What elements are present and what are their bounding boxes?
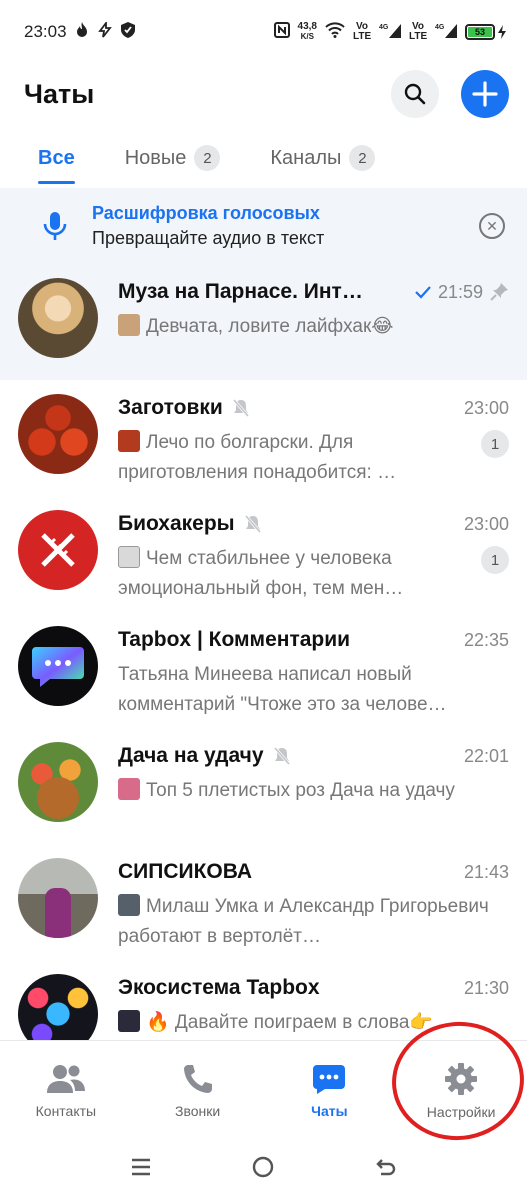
chat-item[interactable]: Дача на удачу 22:01 Топ 5 плетистых роз …: [0, 728, 527, 844]
chat-name: СИПСИКОВА: [118, 860, 253, 883]
svg-text:4G: 4G: [435, 24, 445, 31]
network-speed: 43,8 K/S: [297, 21, 317, 42]
chat-preview: Девчата, ловите лайфхак😂: [146, 316, 394, 337]
unread-badge: 1: [481, 430, 509, 458]
chat-time: 22:01: [463, 745, 509, 766]
chat-name: Муза на Парнасе. Инт…: [118, 280, 363, 303]
chat-preview: Чем стабильнее у человека эмоциональный …: [118, 548, 404, 599]
chat-time: 23:00: [463, 513, 509, 534]
muted-bell-icon: [273, 747, 290, 765]
battery-icon: 53: [465, 24, 507, 40]
chat-item[interactable]: СИПСИКОВА 21:43 Милаш Умка и Александр Г…: [0, 844, 527, 960]
tab-channels[interactable]: Каналы 2: [270, 134, 376, 182]
pin-icon: [490, 283, 508, 301]
chat-name: Заготовки: [118, 396, 223, 419]
contacts-icon: [46, 1064, 85, 1093]
clock: 23:03: [24, 22, 67, 41]
tab-label: Все: [38, 146, 75, 169]
muted-bell-icon: [244, 515, 261, 533]
menu-icon: [132, 1158, 151, 1176]
banner-subtitle: Превращайте аудио в текст: [92, 228, 325, 248]
chat-icon: [313, 1064, 346, 1094]
nfc-icon: [273, 21, 290, 43]
tab-all[interactable]: Все: [38, 134, 75, 184]
recent-apps-button[interactable]: [130, 1156, 152, 1184]
data-saver-icon: [97, 20, 113, 42]
avatar: [18, 394, 98, 474]
media-thumbnail: [118, 314, 140, 336]
media-thumbnail: [118, 778, 140, 800]
nav-label: Чаты: [311, 1102, 348, 1119]
chat-name: Биохакеры: [118, 512, 235, 535]
chat-preview: 🔥 Давайте поиграем в слова👉: [146, 1012, 434, 1033]
chat-time: 21:59: [437, 281, 483, 302]
sim2-label: Vo LTE: [409, 21, 428, 42]
signal-icon: 4G: [435, 22, 457, 43]
avatar: [18, 742, 98, 822]
wifi-icon: [325, 21, 345, 43]
sim1-label: Vo LTE: [353, 21, 372, 42]
avatar: [18, 510, 98, 590]
nav-label: Контакты: [35, 1102, 97, 1119]
nav-label: Звонки: [175, 1102, 221, 1119]
svg-text:4G: 4G: [379, 24, 389, 31]
search-icon: [404, 83, 426, 105]
nav-chats[interactable]: Чаты: [269, 1063, 389, 1119]
media-thumbnail: [118, 430, 140, 452]
chat-preview: Татьяна Минеева написал новый комментари…: [118, 664, 447, 715]
chat-name: Tapbox | Комментарии: [118, 628, 351, 651]
muted-bell-icon: [232, 399, 249, 417]
tab-new[interactable]: Новые 2: [125, 134, 221, 182]
status-bar: 23:03 43,8 K/S Vo LTE 4G Vo LTE 4G 53: [0, 0, 527, 64]
tab-count-badge: 2: [349, 145, 376, 171]
nav-calls[interactable]: Звонки: [138, 1063, 258, 1119]
chat-name: Дача на удачу: [118, 744, 264, 767]
chat-time: 23:00: [463, 397, 509, 418]
tab-count-badge: 2: [194, 145, 221, 171]
system-navigation-bar: [0, 1140, 527, 1200]
close-banner-button[interactable]: ✕: [479, 213, 505, 239]
nav-contacts[interactable]: Контакты: [6, 1063, 126, 1119]
voice-transcription-banner[interactable]: Расшифровка голосовых Превращайте аудио …: [0, 188, 527, 264]
avatar: [18, 626, 98, 706]
home-button[interactable]: [252, 1156, 274, 1185]
search-button[interactable]: [391, 70, 439, 118]
page-title: Чаты: [24, 78, 95, 109]
app-header: Чаты: [0, 64, 527, 124]
chat-preview: Топ 5 плетистых роз Дача на удачу: [146, 780, 455, 801]
phone-icon: [183, 1064, 212, 1093]
plus-icon: [472, 81, 498, 107]
avatar: [18, 278, 98, 358]
chat-item[interactable]: Биохакеры 23:00 Чем стабильнее у человек…: [0, 496, 527, 612]
tab-label: Новые: [124, 146, 187, 169]
chat-name: Экосистема Tapbox: [118, 976, 320, 999]
shield-icon: [120, 22, 135, 42]
close-icon: ✕: [486, 217, 498, 234]
chat-preview: Милаш Умка и Александр Григорьевич работ…: [118, 896, 489, 947]
chat-item[interactable]: Tapbox | Комментарии 22:35 Татьяна Минее…: [0, 612, 527, 728]
new-chat-button[interactable]: [461, 70, 509, 118]
chat-time: 22:35: [463, 629, 509, 650]
microphone-icon: [43, 212, 67, 240]
chat-preview: Лечо по болгарски. Для приготовления пон…: [118, 432, 397, 483]
chat-time: 21:30: [463, 977, 509, 998]
home-circle-icon: [253, 1156, 274, 1177]
banner-title: Расшифровка голосовых: [92, 203, 320, 223]
flame-icon: [75, 22, 89, 42]
chat-item[interactable]: Заготовки 23:00 Лечо по болгарски. Для п…: [0, 380, 527, 496]
chat-filter-tabs: Все Новые 2 Каналы 2: [0, 134, 527, 188]
signal-icon: 4G: [379, 22, 401, 43]
read-check-icon: [415, 286, 431, 299]
unread-badge: 1: [481, 546, 509, 574]
chat-time: 21:43: [463, 861, 509, 882]
avatar: [18, 858, 98, 938]
media-thumbnail: [118, 894, 140, 916]
media-thumbnail: [118, 546, 140, 568]
tab-label: Каналы: [270, 146, 342, 169]
media-thumbnail: [118, 1010, 140, 1032]
back-button[interactable]: [375, 1156, 397, 1185]
chat-item[interactable]: Муза на Парнасе. Инт… 21:59 Девчата, лов…: [0, 264, 527, 380]
back-arrow-icon: [376, 1158, 395, 1175]
